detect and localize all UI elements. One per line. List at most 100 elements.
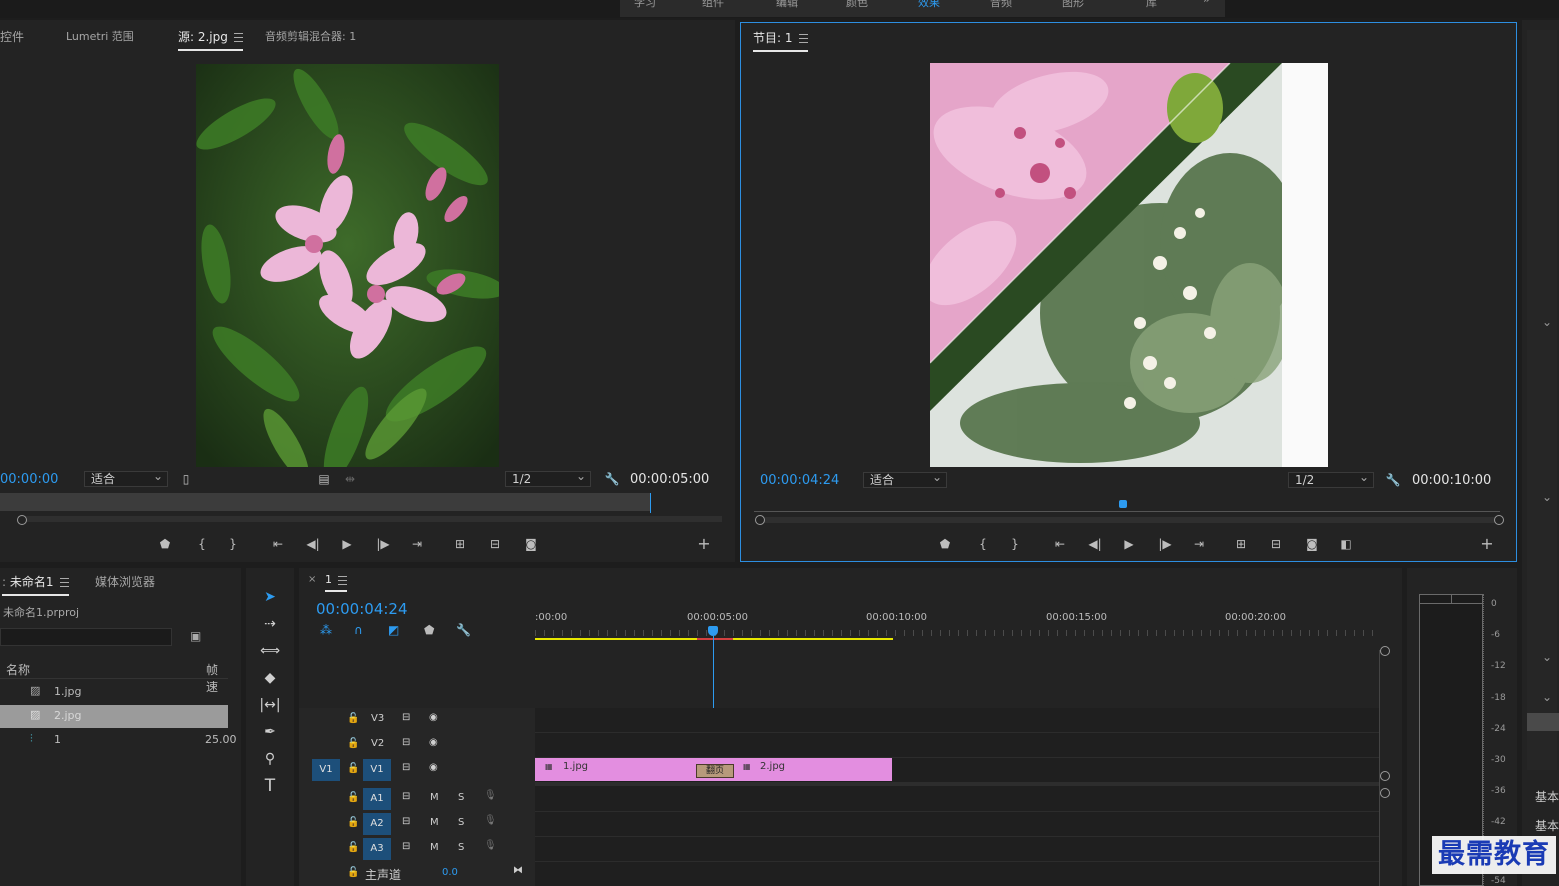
tab-effect-controls[interactable]: 控件: [0, 28, 24, 45]
sync-lock-icon[interactable]: ⊟: [402, 712, 410, 723]
tab-project[interactable]: : 未命名1: [2, 573, 69, 596]
sync-lock-icon[interactable]: ⊟: [402, 737, 410, 748]
source-playhead[interactable]: [650, 493, 651, 513]
source-step-forward-icon[interactable]: |▶: [373, 535, 393, 553]
source-export-frame-icon[interactable]: ◙: [521, 535, 541, 553]
program-mark-out-icon[interactable]: }: [1005, 535, 1025, 553]
lock-icon[interactable]: 🔓: [347, 842, 359, 853]
timeline-panel-menu-icon[interactable]: [338, 575, 347, 585]
pen-tool-icon[interactable]: ✒: [258, 721, 282, 743]
program-wrench-icon[interactable]: 🔧: [1383, 471, 1403, 489]
linked-selection-icon[interactable]: ◩: [388, 623, 399, 637]
solo-button[interactable]: S: [458, 792, 464, 803]
track-select-tool-icon[interactable]: ⇢: [258, 613, 282, 635]
right-panel-item-basic-2[interactable]: 基本: [1535, 817, 1559, 834]
lock-icon[interactable]: 🔓: [347, 817, 359, 828]
source-drag-video-icon[interactable]: ▤: [314, 470, 334, 488]
slip-tool-icon[interactable]: |↔|: [258, 694, 282, 716]
sync-lock-icon[interactable]: ⊟: [402, 791, 410, 802]
source-time-ruler[interactable]: [0, 493, 650, 511]
source-drag-audio-icon[interactable]: ⇹: [340, 470, 360, 488]
sync-lock-icon[interactable]: ⊟: [402, 762, 410, 773]
program-step-back-icon[interactable]: ◀|: [1085, 535, 1105, 553]
microphone-icon[interactable]: 🎙: [484, 790, 497, 801]
workspace-tab-audio[interactable]: 音频: [990, 0, 1012, 10]
source-mark-out-icon[interactable]: }: [223, 535, 243, 553]
program-extract-icon[interactable]: ⊟: [1266, 535, 1286, 553]
lock-icon[interactable]: 🔓: [347, 713, 359, 724]
program-resolution-dropdown[interactable]: 1/2: [1288, 470, 1374, 488]
solo-button[interactable]: S: [458, 817, 464, 828]
program-zoom-handle-right[interactable]: [1494, 515, 1504, 525]
source-settings-icon[interactable]: ▯: [176, 470, 196, 488]
program-export-frame-icon[interactable]: ◙: [1302, 535, 1322, 553]
program-zoom-scrollbar[interactable]: [761, 517, 1499, 523]
program-add-marker-icon[interactable]: ⬟: [935, 535, 955, 553]
source-zoom-handle[interactable]: [17, 515, 27, 525]
program-zoom-handle-left[interactable]: [755, 515, 765, 525]
mute-button[interactable]: M: [430, 842, 439, 853]
eye-icon[interactable]: ◉: [429, 712, 438, 723]
track-target-a2[interactable]: A2: [363, 813, 391, 835]
source-go-to-out-icon[interactable]: ⇥: [407, 535, 427, 553]
tab-source[interactable]: 源: 2.jpg: [178, 28, 243, 51]
nest-icon[interactable]: ⁂: [320, 623, 332, 637]
panel-menu-icon[interactable]: [233, 33, 243, 42]
eye-icon[interactable]: ◉: [429, 737, 438, 748]
source-timecode[interactable]: 00:00:00: [0, 472, 58, 487]
tab-program[interactable]: 节目: 1: [753, 29, 808, 52]
workspace-tab-color[interactable]: 颜色: [846, 0, 868, 10]
timeline-ruler[interactable]: :00:00 00:00:05:00 00:00:10:00 00:00:15:…: [535, 608, 1381, 642]
lock-icon[interactable]: 🔓: [347, 867, 359, 878]
mute-button[interactable]: M: [430, 792, 439, 803]
workspace-tab-learn[interactable]: 学习: [634, 0, 656, 10]
source-resolution-dropdown[interactable]: 1/2: [505, 469, 591, 487]
project-panel-menu-icon[interactable]: [59, 578, 69, 587]
source-add-button-icon[interactable]: +: [694, 535, 714, 553]
program-timecode[interactable]: 00:00:04:24: [760, 473, 839, 488]
tab-sequence[interactable]: 1: [325, 573, 347, 592]
snap-icon[interactable]: ∩: [354, 623, 363, 637]
go-to-end-icon[interactable]: ⧓: [513, 865, 523, 876]
new-search-bin-icon[interactable]: ▣: [190, 629, 201, 643]
timeline-timecode[interactable]: 00:00:04:24: [316, 600, 408, 618]
master-volume-value[interactable]: 0.0: [442, 867, 458, 878]
program-step-forward-icon[interactable]: |▶: [1155, 535, 1175, 553]
solo-button[interactable]: S: [458, 842, 464, 853]
eye-icon[interactable]: ◉: [429, 762, 438, 773]
chevron-down-icon-3[interactable]: ⌄: [1542, 650, 1552, 664]
workspace-tab-effects[interactable]: 效果: [918, 0, 940, 10]
workspace-tab-assembly[interactable]: 组件: [702, 0, 724, 10]
zoom-tool-icon[interactable]: ⚲: [258, 748, 282, 770]
track-target-v1[interactable]: V1: [363, 759, 391, 781]
list-item[interactable]: ⫶ 1 25.00: [0, 729, 237, 752]
source-overwrite-icon[interactable]: ⊟: [485, 535, 505, 553]
list-item[interactable]: ▨ 1.jpg: [0, 681, 228, 704]
program-play-icon[interactable]: ▶: [1119, 535, 1139, 553]
program-lift-icon[interactable]: ⊞: [1231, 535, 1251, 553]
source-insert-icon[interactable]: ⊞: [450, 535, 470, 553]
chevron-down-icon-4[interactable]: ⌄: [1542, 690, 1552, 704]
source-step-back-icon[interactable]: ◀|: [303, 535, 323, 553]
microphone-icon[interactable]: 🎙: [484, 815, 497, 826]
ripple-edit-tool-icon[interactable]: ⟺: [258, 640, 282, 662]
source-patch-v1[interactable]: V1: [312, 759, 340, 781]
source-wrench-icon[interactable]: 🔧: [602, 470, 622, 488]
video-audio-divider[interactable]: [535, 782, 1380, 786]
program-time-ruler[interactable]: [754, 503, 1500, 512]
program-go-to-out-icon[interactable]: ⇥: [1189, 535, 1209, 553]
lock-icon[interactable]: 🔓: [347, 792, 359, 803]
right-panel-item-basic[interactable]: 基本: [1535, 788, 1559, 805]
sync-lock-icon[interactable]: ⊟: [402, 841, 410, 852]
right-panel-selected-row[interactable]: [1527, 713, 1559, 731]
workspace-tab-libraries[interactable]: 库: [1146, 0, 1157, 10]
track-target-a1[interactable]: A1: [363, 788, 391, 810]
chevron-down-icon-2[interactable]: ⌄: [1542, 490, 1552, 504]
chevron-down-icon[interactable]: ⌄: [1542, 315, 1552, 329]
column-name[interactable]: 名称: [6, 661, 30, 678]
lock-icon[interactable]: 🔓: [347, 763, 359, 774]
program-playhead[interactable]: [1119, 500, 1127, 508]
transition-page-peel[interactable]: 翻页: [696, 764, 734, 778]
source-go-to-in-icon[interactable]: ⇤: [268, 535, 288, 553]
tab-audio-clip-mixer[interactable]: 音频剪辑混合器: 1: [265, 28, 356, 44]
